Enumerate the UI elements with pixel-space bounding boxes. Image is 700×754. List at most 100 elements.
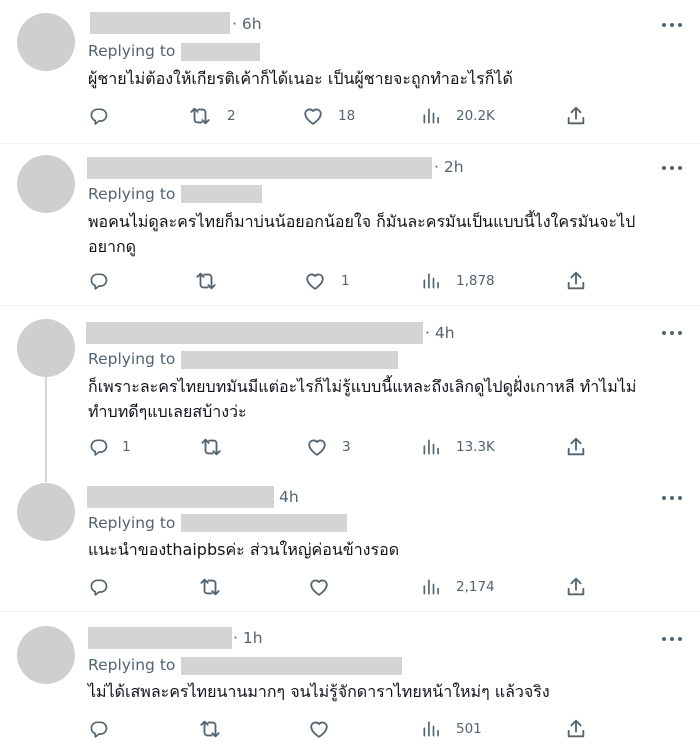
share-button[interactable] — [565, 436, 587, 458]
heart-icon — [306, 436, 328, 458]
avatar[interactable] — [17, 155, 75, 213]
views-count: 2,174 — [456, 579, 495, 595]
more-icon[interactable] — [662, 635, 682, 643]
tweet-actions: 2,174 — [0, 576, 700, 598]
retweet-button[interactable] — [199, 576, 221, 598]
redacted-reply-handle[interactable] — [181, 185, 262, 203]
tweet-timestamp[interactable]: 4h — [279, 488, 299, 506]
share-button[interactable] — [565, 105, 587, 127]
views-icon — [421, 437, 441, 457]
share-icon — [565, 436, 587, 458]
tweet-text: ผู้ชายไม่ต้องให้เกียรติเค้าก็ได้เนอะ เป็… — [88, 69, 513, 88]
like-count: 1 — [341, 273, 350, 289]
retweet-icon — [195, 270, 217, 292]
avatar[interactable] — [17, 626, 75, 684]
reply-icon — [89, 106, 109, 126]
like-count: 18 — [338, 108, 356, 124]
replying-to-label: Replying to — [88, 185, 176, 203]
avatar[interactable] — [17, 13, 75, 71]
tweet[interactable]: · 1h Replying to ไม่ได้เสพละครไทยนานมากๆ… — [0, 612, 700, 754]
tweet-timestamp[interactable]: · 6h — [232, 15, 262, 33]
redacted-username[interactable] — [86, 322, 423, 344]
tweet-text: ก็เพราะละครไทยบทมันมีแต่อะไรก็ไม่รู้แบบน… — [88, 377, 637, 421]
reply-count: 1 — [122, 439, 131, 455]
views-icon — [421, 577, 441, 597]
more-icon[interactable] — [662, 494, 682, 502]
share-icon — [565, 105, 587, 127]
views-button[interactable] — [421, 576, 441, 598]
tweet[interactable]: · 6h Replying to ผู้ชายไม่ต้องให้เกียรติ… — [0, 0, 700, 144]
redacted-reply-handle[interactable] — [181, 657, 402, 675]
reply-button[interactable] — [89, 436, 109, 458]
share-button[interactable] — [565, 576, 587, 598]
reply-button[interactable] — [89, 270, 109, 292]
tweet-actions: 1 1,878 — [0, 270, 700, 292]
views-count: 1,878 — [456, 273, 495, 289]
replying-to-label: Replying to — [88, 42, 176, 60]
heart-icon — [308, 576, 330, 598]
tweet[interactable]: · 4h Replying to ก็เพราะละครไทยบทมันมีแต… — [0, 306, 700, 472]
views-button[interactable] — [421, 436, 441, 458]
replying-to-label: Replying to — [88, 514, 176, 532]
tweet[interactable]: 4h Replying to แนะนำของthaipbsค่ะ ส่วนให… — [0, 472, 700, 612]
tweet-text: ไม่ได้เสพละครไทยนานมากๆ จนไม่รู้จักดาราไ… — [88, 682, 550, 701]
share-icon — [565, 718, 587, 740]
retweet-button[interactable] — [200, 436, 222, 458]
redacted-reply-handle[interactable] — [181, 351, 398, 369]
heart-icon — [302, 105, 324, 127]
more-icon[interactable] — [662, 21, 682, 29]
share-button[interactable] — [565, 718, 587, 740]
like-count: 3 — [342, 439, 351, 455]
retweet-button[interactable] — [199, 718, 221, 740]
tweet[interactable]: · 2h Replying to พอคนไม่ดูละครไทยก็มาบ่น… — [0, 144, 700, 306]
more-icon[interactable] — [662, 164, 682, 172]
views-button[interactable] — [421, 270, 441, 292]
share-icon — [565, 270, 587, 292]
tweet-actions: 501 — [0, 718, 700, 740]
share-icon — [565, 576, 587, 598]
like-button[interactable] — [308, 576, 330, 598]
retweet-icon — [199, 718, 221, 740]
redacted-username[interactable] — [87, 157, 432, 179]
more-icon[interactable] — [662, 329, 682, 337]
reply-icon — [89, 271, 109, 291]
views-icon — [421, 719, 441, 739]
views-icon — [421, 271, 441, 291]
like-button[interactable] — [306, 436, 328, 458]
tweet-text: พอคนไม่ดูละครไทยก็มาบ่นน้อยอกน้อยใจ ก็มั… — [88, 212, 636, 256]
share-button[interactable] — [565, 270, 587, 292]
reply-button[interactable] — [89, 718, 109, 740]
reply-button[interactable] — [89, 105, 109, 127]
views-count: 20.2K — [456, 108, 495, 124]
redacted-username[interactable] — [87, 486, 274, 508]
tweet-timestamp[interactable]: · 4h — [425, 324, 455, 342]
reply-icon — [89, 437, 109, 457]
replying-to-label: Replying to — [88, 350, 176, 368]
tweet-text: แนะนำของthaipbsค่ะ ส่วนใหญ่ค่อนข้างรอด — [88, 540, 400, 559]
redacted-reply-handle[interactable] — [181, 43, 260, 61]
redacted-username[interactable] — [88, 627, 232, 649]
redacted-username[interactable] — [90, 12, 230, 34]
redacted-reply-handle[interactable] — [181, 514, 347, 532]
retweet-button[interactable] — [195, 270, 217, 292]
tweet-actions: 2 18 20.2K — [0, 105, 700, 127]
views-count: 13.3K — [456, 439, 495, 455]
views-count: 501 — [456, 721, 482, 737]
like-button[interactable] — [302, 105, 324, 127]
retweet-button[interactable] — [189, 105, 211, 127]
reply-button[interactable] — [89, 576, 109, 598]
like-button[interactable] — [304, 270, 326, 292]
retweet-count: 2 — [227, 108, 236, 124]
tweet-timestamp[interactable]: · 2h — [434, 158, 464, 176]
avatar[interactable] — [17, 319, 75, 377]
replying-to-label: Replying to — [88, 656, 176, 674]
views-button[interactable] — [421, 105, 441, 127]
heart-icon — [304, 270, 326, 292]
views-icon — [421, 106, 441, 126]
tweet-timestamp[interactable]: · 1h — [233, 629, 263, 647]
reply-icon — [89, 577, 109, 597]
avatar[interactable] — [17, 483, 75, 541]
like-button[interactable] — [308, 718, 330, 740]
retweet-icon — [189, 105, 211, 127]
views-button[interactable] — [421, 718, 441, 740]
